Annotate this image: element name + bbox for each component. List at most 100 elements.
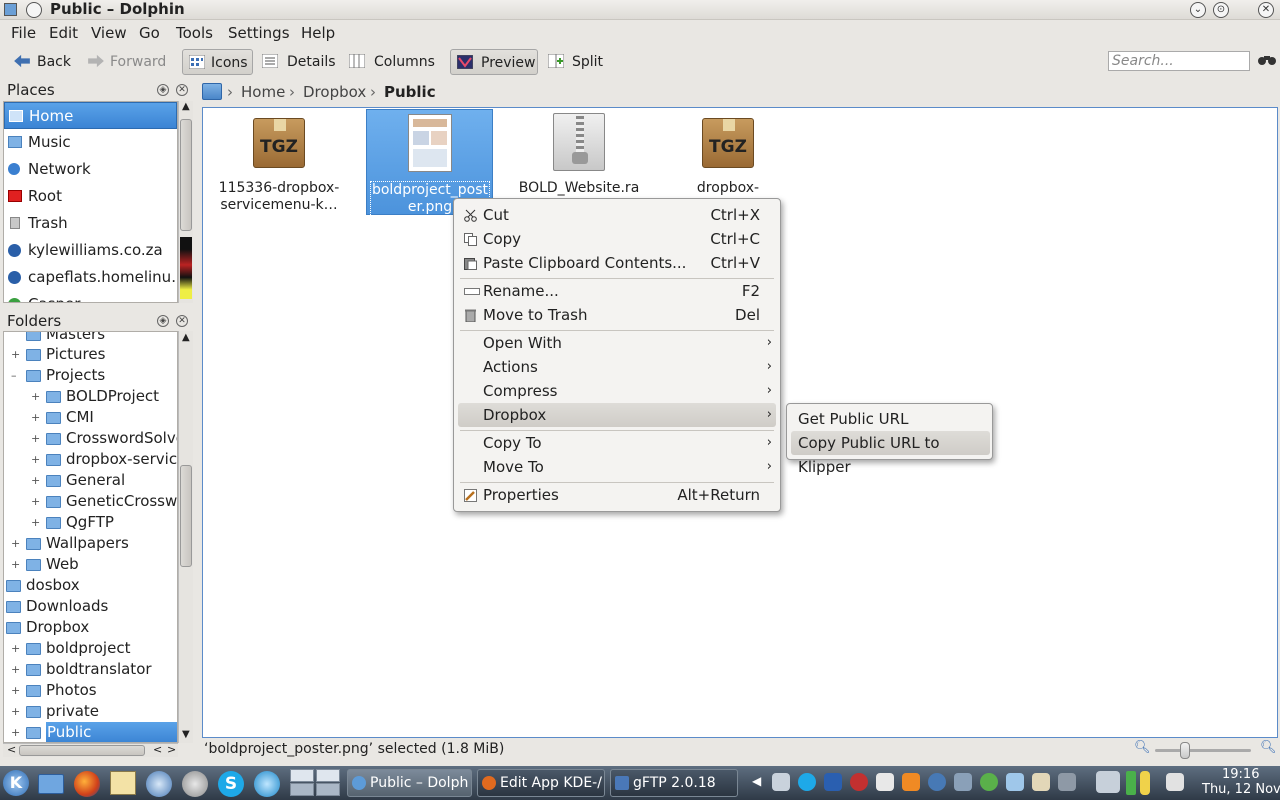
expand-icon[interactable]: +: [31, 491, 40, 512]
folder-boldproject-db[interactable]: + boldproject: [11, 638, 130, 659]
details-view-button[interactable]: Details: [256, 49, 336, 75]
menu-tools[interactable]: Tools: [176, 24, 213, 42]
bluetooth-manager-icon[interactable]: [954, 773, 972, 791]
menu-help[interactable]: Help: [301, 24, 335, 42]
network-monitor-icon[interactable]: [1096, 771, 1120, 793]
menu-item-actions[interactable]: Actions ›: [458, 355, 776, 379]
notes-pen-icon[interactable]: [1166, 773, 1184, 791]
folder-dropbox[interactable]: Dropbox: [6, 617, 89, 638]
menu-item-move-to[interactable]: Move To ›: [458, 455, 776, 479]
menu-item-paste[interactable]: Paste Clipboard Contents... Ctrl+V: [458, 251, 776, 275]
zoom-slider-handle[interactable]: [1180, 742, 1190, 759]
places-item-network[interactable]: Network: [4, 156, 177, 183]
preview-toggle-button[interactable]: Preview: [450, 49, 538, 75]
places-close-button[interactable]: ✕: [176, 84, 188, 96]
breadcrumb-dropbox[interactable]: Dropbox: [303, 80, 366, 104]
places-item-capeflats[interactable]: capeflats.homelinu…: [4, 264, 177, 291]
expand-icon[interactable]: +: [11, 680, 20, 701]
folder-wallpapers[interactable]: + Wallpapers: [11, 533, 129, 554]
folder-qgftp[interactable]: + QgFTP: [31, 512, 114, 533]
folder-downloads[interactable]: Downloads: [6, 596, 108, 617]
folders-float-button[interactable]: ◈: [157, 315, 169, 327]
places-item-home[interactable]: Home: [4, 102, 177, 129]
menu-item-copy[interactable]: Copy Ctrl+C: [458, 227, 776, 251]
expand-icon[interactable]: +: [31, 407, 40, 428]
desktop-pager-1[interactable]: [290, 769, 314, 782]
folder-cmi[interactable]: + CMI: [31, 407, 94, 428]
scroll-right-arrow-icon[interactable]: >: [167, 743, 176, 756]
folder-boldproject[interactable]: + BOLDProject: [31, 386, 159, 407]
expand-icon[interactable]: +: [31, 470, 40, 491]
menu-edit[interactable]: Edit: [49, 24, 78, 42]
expand-icon[interactable]: +: [11, 344, 20, 365]
settings-gear-icon[interactable]: [980, 773, 998, 791]
folders-hscrollbar[interactable]: < < >: [3, 743, 178, 757]
folders-hscrollbar-thumb[interactable]: [19, 745, 145, 756]
expand-icon[interactable]: +: [11, 638, 20, 659]
desktop-pager-2[interactable]: [316, 769, 340, 782]
binoculars-icon[interactable]: [1258, 54, 1276, 66]
scroll-left-arrow-icon[interactable]: <: [153, 743, 162, 756]
folder-public[interactable]: + Public: [11, 722, 177, 742]
battery-icon[interactable]: [1126, 771, 1136, 795]
task-dolphin[interactable]: Public – Dolph: [347, 769, 472, 797]
skype-tray-icon[interactable]: [798, 773, 816, 791]
scroll-up-arrow-icon[interactable]: ▲: [182, 101, 190, 112]
menu-item-open-with[interactable]: Open With ›: [458, 331, 776, 355]
power-lightning-icon[interactable]: [1140, 771, 1150, 795]
app-menu-icon[interactable]: [4, 3, 17, 16]
scroll-up-arrow-icon[interactable]: ▲: [182, 332, 190, 343]
folder-crosswordsolve[interactable]: + CrosswordSolve: [31, 428, 177, 449]
back-button[interactable]: Back: [6, 49, 76, 75]
tray-expand-arrow-icon[interactable]: ◀: [752, 774, 761, 788]
folder-private[interactable]: + private: [11, 701, 99, 722]
clock-date[interactable]: Thu, 12 Nov: [1202, 782, 1280, 797]
firefox-icon[interactable]: [74, 771, 100, 797]
breadcrumb-current[interactable]: Public: [384, 80, 436, 104]
folder-geneticcrosswo[interactable]: + GeneticCrosswo: [31, 491, 177, 512]
folder-masters[interactable]: Masters: [26, 332, 105, 345]
menu-item-get-public-url[interactable]: Get Public URL: [791, 407, 990, 431]
menu-item-rename[interactable]: Rename... F2: [458, 279, 776, 303]
task-gftp[interactable]: gFTP 2.0.18: [610, 769, 738, 797]
menu-item-compress[interactable]: Compress ›: [458, 379, 776, 403]
file-manager-icon[interactable]: [38, 774, 64, 794]
expand-icon[interactable]: +: [31, 428, 40, 449]
desktop-pager-4[interactable]: [316, 783, 340, 796]
folder-projects[interactable]: – Projects: [11, 365, 105, 386]
chat-icon[interactable]: [254, 771, 280, 797]
folders-close-button[interactable]: ✕: [176, 315, 188, 327]
breadcrumb-home[interactable]: Home: [241, 80, 285, 104]
launcher-tray-icon[interactable]: [928, 773, 946, 791]
menu-item-move-to-trash[interactable]: Move to Trash Del: [458, 303, 776, 327]
menu-go[interactable]: Go: [139, 24, 160, 42]
folder-photos[interactable]: + Photos: [11, 680, 97, 701]
expand-icon[interactable]: +: [31, 449, 40, 470]
desktop-pager-3[interactable]: [290, 783, 314, 796]
folder-dropbox-service[interactable]: + dropbox-service: [31, 449, 177, 470]
places-item-kylewilliams[interactable]: kylewilliams.co.za: [4, 237, 177, 264]
zoom-out-icon[interactable]: 🔍︎: [1134, 740, 1151, 755]
bluetooth-icon[interactable]: [824, 773, 842, 791]
zoom-in-icon[interactable]: 🔍︎: [1260, 740, 1277, 755]
folders-scrollbar[interactable]: ▲ ▼: [178, 331, 193, 743]
expand-icon[interactable]: +: [31, 512, 40, 533]
split-view-button[interactable]: Split: [542, 49, 604, 75]
places-item-music[interactable]: Music: [4, 129, 177, 156]
places-item-root[interactable]: Root: [4, 183, 177, 210]
folders-scrollbar-thumb[interactable]: [180, 465, 192, 567]
close-button[interactable]: ✕: [1258, 2, 1274, 18]
dropbox-icon[interactable]: [1006, 773, 1024, 791]
kde-menu-icon[interactable]: K: [3, 770, 29, 796]
places-item-trash[interactable]: Trash: [4, 210, 177, 237]
expand-icon[interactable]: +: [11, 533, 20, 554]
scroll-left-arrow-icon[interactable]: <: [7, 743, 16, 756]
places-scrollbar[interactable]: ▲: [178, 101, 193, 303]
menu-settings[interactable]: Settings: [228, 24, 290, 42]
minimize-button[interactable]: ⌄: [1190, 2, 1206, 18]
mail-icon[interactable]: [182, 771, 208, 797]
clipboard-icon[interactable]: [1032, 773, 1050, 791]
menu-item-copy-to[interactable]: Copy To ›: [458, 431, 776, 455]
menu-item-cut[interactable]: Cut Ctrl+X: [458, 203, 776, 227]
folder-boldtranslator[interactable]: + boldtranslator: [11, 659, 152, 680]
